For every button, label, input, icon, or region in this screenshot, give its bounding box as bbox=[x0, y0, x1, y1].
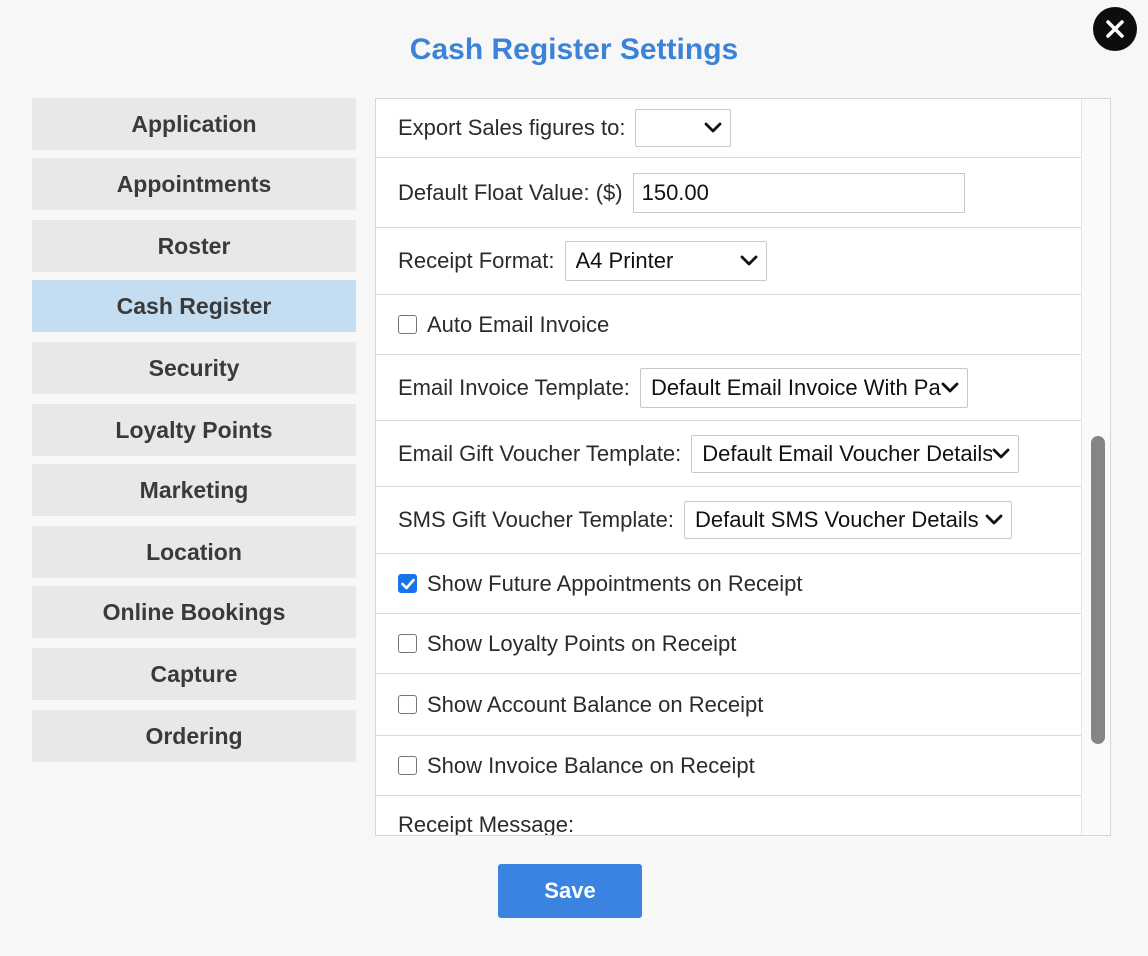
dialog-title: Cash Register Settings bbox=[409, 33, 739, 66]
email-invoice-template-value: Default Email Invoice With Payments bbox=[650, 374, 941, 400]
receipt-format-label: Receipt Format: bbox=[398, 248, 555, 273]
show-account-balance-checkbox[interactable] bbox=[398, 695, 417, 714]
close-icon bbox=[1106, 20, 1124, 38]
save-button[interactable]: Save bbox=[498, 864, 642, 918]
auto-email-row: Auto Email Invoice bbox=[376, 295, 1081, 355]
sidebar-item-roster[interactable]: Roster bbox=[32, 220, 356, 272]
sidebar-item-label: Roster bbox=[157, 232, 231, 259]
receipt-message-row: Receipt Message: bbox=[376, 796, 1081, 836]
show-loyalty-points-row: Show Loyalty Points on Receipt bbox=[376, 614, 1081, 674]
sidebar-item-loyalty-points[interactable]: Loyalty Points bbox=[32, 404, 356, 456]
sidebar-item-marketing[interactable]: Marketing bbox=[32, 464, 356, 516]
chevron-down-icon bbox=[992, 448, 1010, 458]
show-loyalty-points-label: Show Loyalty Points on Receipt bbox=[427, 630, 737, 656]
show-invoice-balance-row: Show Invoice Balance on Receipt bbox=[376, 736, 1081, 796]
sidebar-item-application[interactable]: Application bbox=[32, 98, 356, 150]
default-float-row: Default Float Value: ($) bbox=[376, 158, 1081, 228]
sidebar-item-label: Security bbox=[148, 354, 240, 381]
auto-email-label: Auto Email Invoice bbox=[427, 311, 610, 337]
sidebar-item-label: Marketing bbox=[139, 476, 249, 503]
sms-gift-voucher-template-label: SMS Gift Voucher Template: bbox=[398, 507, 674, 532]
settings-panel: Export Sales figures to: Default Float V… bbox=[375, 98, 1111, 836]
sidebar-item-capture[interactable]: Capture bbox=[32, 648, 356, 700]
export-sales-row: Export Sales figures to: bbox=[376, 99, 1081, 158]
default-float-label: Default Float Value: ($) bbox=[398, 179, 623, 205]
receipt-format-row: Receipt Format: A4 Printer bbox=[376, 228, 1081, 295]
scrollbar-track[interactable] bbox=[1081, 99, 1110, 835]
sidebar-item-label: Loyalty Points bbox=[115, 416, 273, 443]
chevron-down-icon bbox=[985, 514, 1003, 525]
email-gift-voucher-template-label: Email Gift Voucher Template: bbox=[398, 440, 682, 466]
sidebar-item-ordering[interactable]: Ordering bbox=[32, 710, 356, 762]
sidebar-item-label: Online Bookings bbox=[102, 598, 286, 625]
sidebar-item-security[interactable]: Security bbox=[32, 342, 356, 394]
scrollbar-thumb[interactable] bbox=[1091, 436, 1105, 744]
sidebar-item-label: Application bbox=[131, 110, 257, 137]
default-float-input[interactable] bbox=[632, 172, 965, 213]
sms-gift-voucher-template-value: Default SMS Voucher Details bbox=[694, 507, 979, 532]
email-invoice-template-row: Email Invoice Template: Default Email In… bbox=[376, 355, 1081, 421]
email-gift-voucher-template-select[interactable]: Default Email Voucher Details bbox=[691, 434, 1020, 473]
sidebar-item-label: Capture bbox=[150, 660, 238, 687]
email-gift-voucher-template-value: Default Email Voucher Details bbox=[702, 440, 993, 466]
receipt-format-select[interactable]: A4 Printer bbox=[564, 241, 767, 281]
sidebar-item-label: Ordering bbox=[145, 722, 243, 749]
chevron-down-icon bbox=[941, 382, 959, 392]
show-account-balance-label: Show Account Balance on Receipt bbox=[427, 691, 764, 717]
show-future-appointments-label: Show Future Appointments on Receipt bbox=[427, 570, 803, 596]
export-sales-select[interactable] bbox=[635, 109, 732, 147]
auto-email-checkbox[interactable] bbox=[398, 315, 417, 334]
sidebar-item-cash-register[interactable]: Cash Register bbox=[32, 280, 356, 332]
close-button[interactable] bbox=[1093, 7, 1137, 51]
sidebar-item-location[interactable]: Location bbox=[32, 526, 356, 578]
receipt-format-value: A4 Printer bbox=[575, 248, 674, 273]
show-future-appointments-row: Show Future Appointments on Receipt bbox=[376, 554, 1081, 614]
receipt-message-label: Receipt Message: bbox=[398, 812, 575, 836]
show-future-appointments-checkbox[interactable] bbox=[398, 574, 417, 593]
chevron-down-icon bbox=[740, 255, 757, 266]
chevron-down-icon bbox=[705, 122, 722, 133]
sidebar-item-label: Cash Register bbox=[116, 292, 272, 319]
sidebar-item-online-bookings[interactable]: Online Bookings bbox=[32, 586, 356, 638]
email-gift-voucher-template-row: Email Gift Voucher Template: Default Ema… bbox=[376, 421, 1081, 487]
checkmark-icon bbox=[400, 578, 415, 589]
export-sales-label: Export Sales figures to: bbox=[398, 115, 626, 140]
email-invoice-template-label: Email Invoice Template: bbox=[398, 374, 630, 400]
sms-gift-voucher-template-select[interactable]: Default SMS Voucher Details bbox=[683, 501, 1012, 539]
show-invoice-balance-label: Show Invoice Balance on Receipt bbox=[427, 752, 755, 778]
show-loyalty-points-checkbox[interactable] bbox=[398, 634, 417, 653]
sidebar-item-label: Appointments bbox=[116, 170, 272, 197]
sidebar-item-appointments[interactable]: Appointments bbox=[32, 158, 356, 210]
show-account-balance-row: Show Account Balance on Receipt bbox=[376, 674, 1081, 736]
email-invoice-template-select[interactable]: Default Email Invoice With Payments bbox=[639, 367, 968, 408]
sidebar-item-label: Location bbox=[146, 538, 242, 565]
sms-gift-voucher-template-row: SMS Gift Voucher Template: Default SMS V… bbox=[376, 487, 1081, 554]
show-invoice-balance-checkbox[interactable] bbox=[398, 756, 417, 775]
